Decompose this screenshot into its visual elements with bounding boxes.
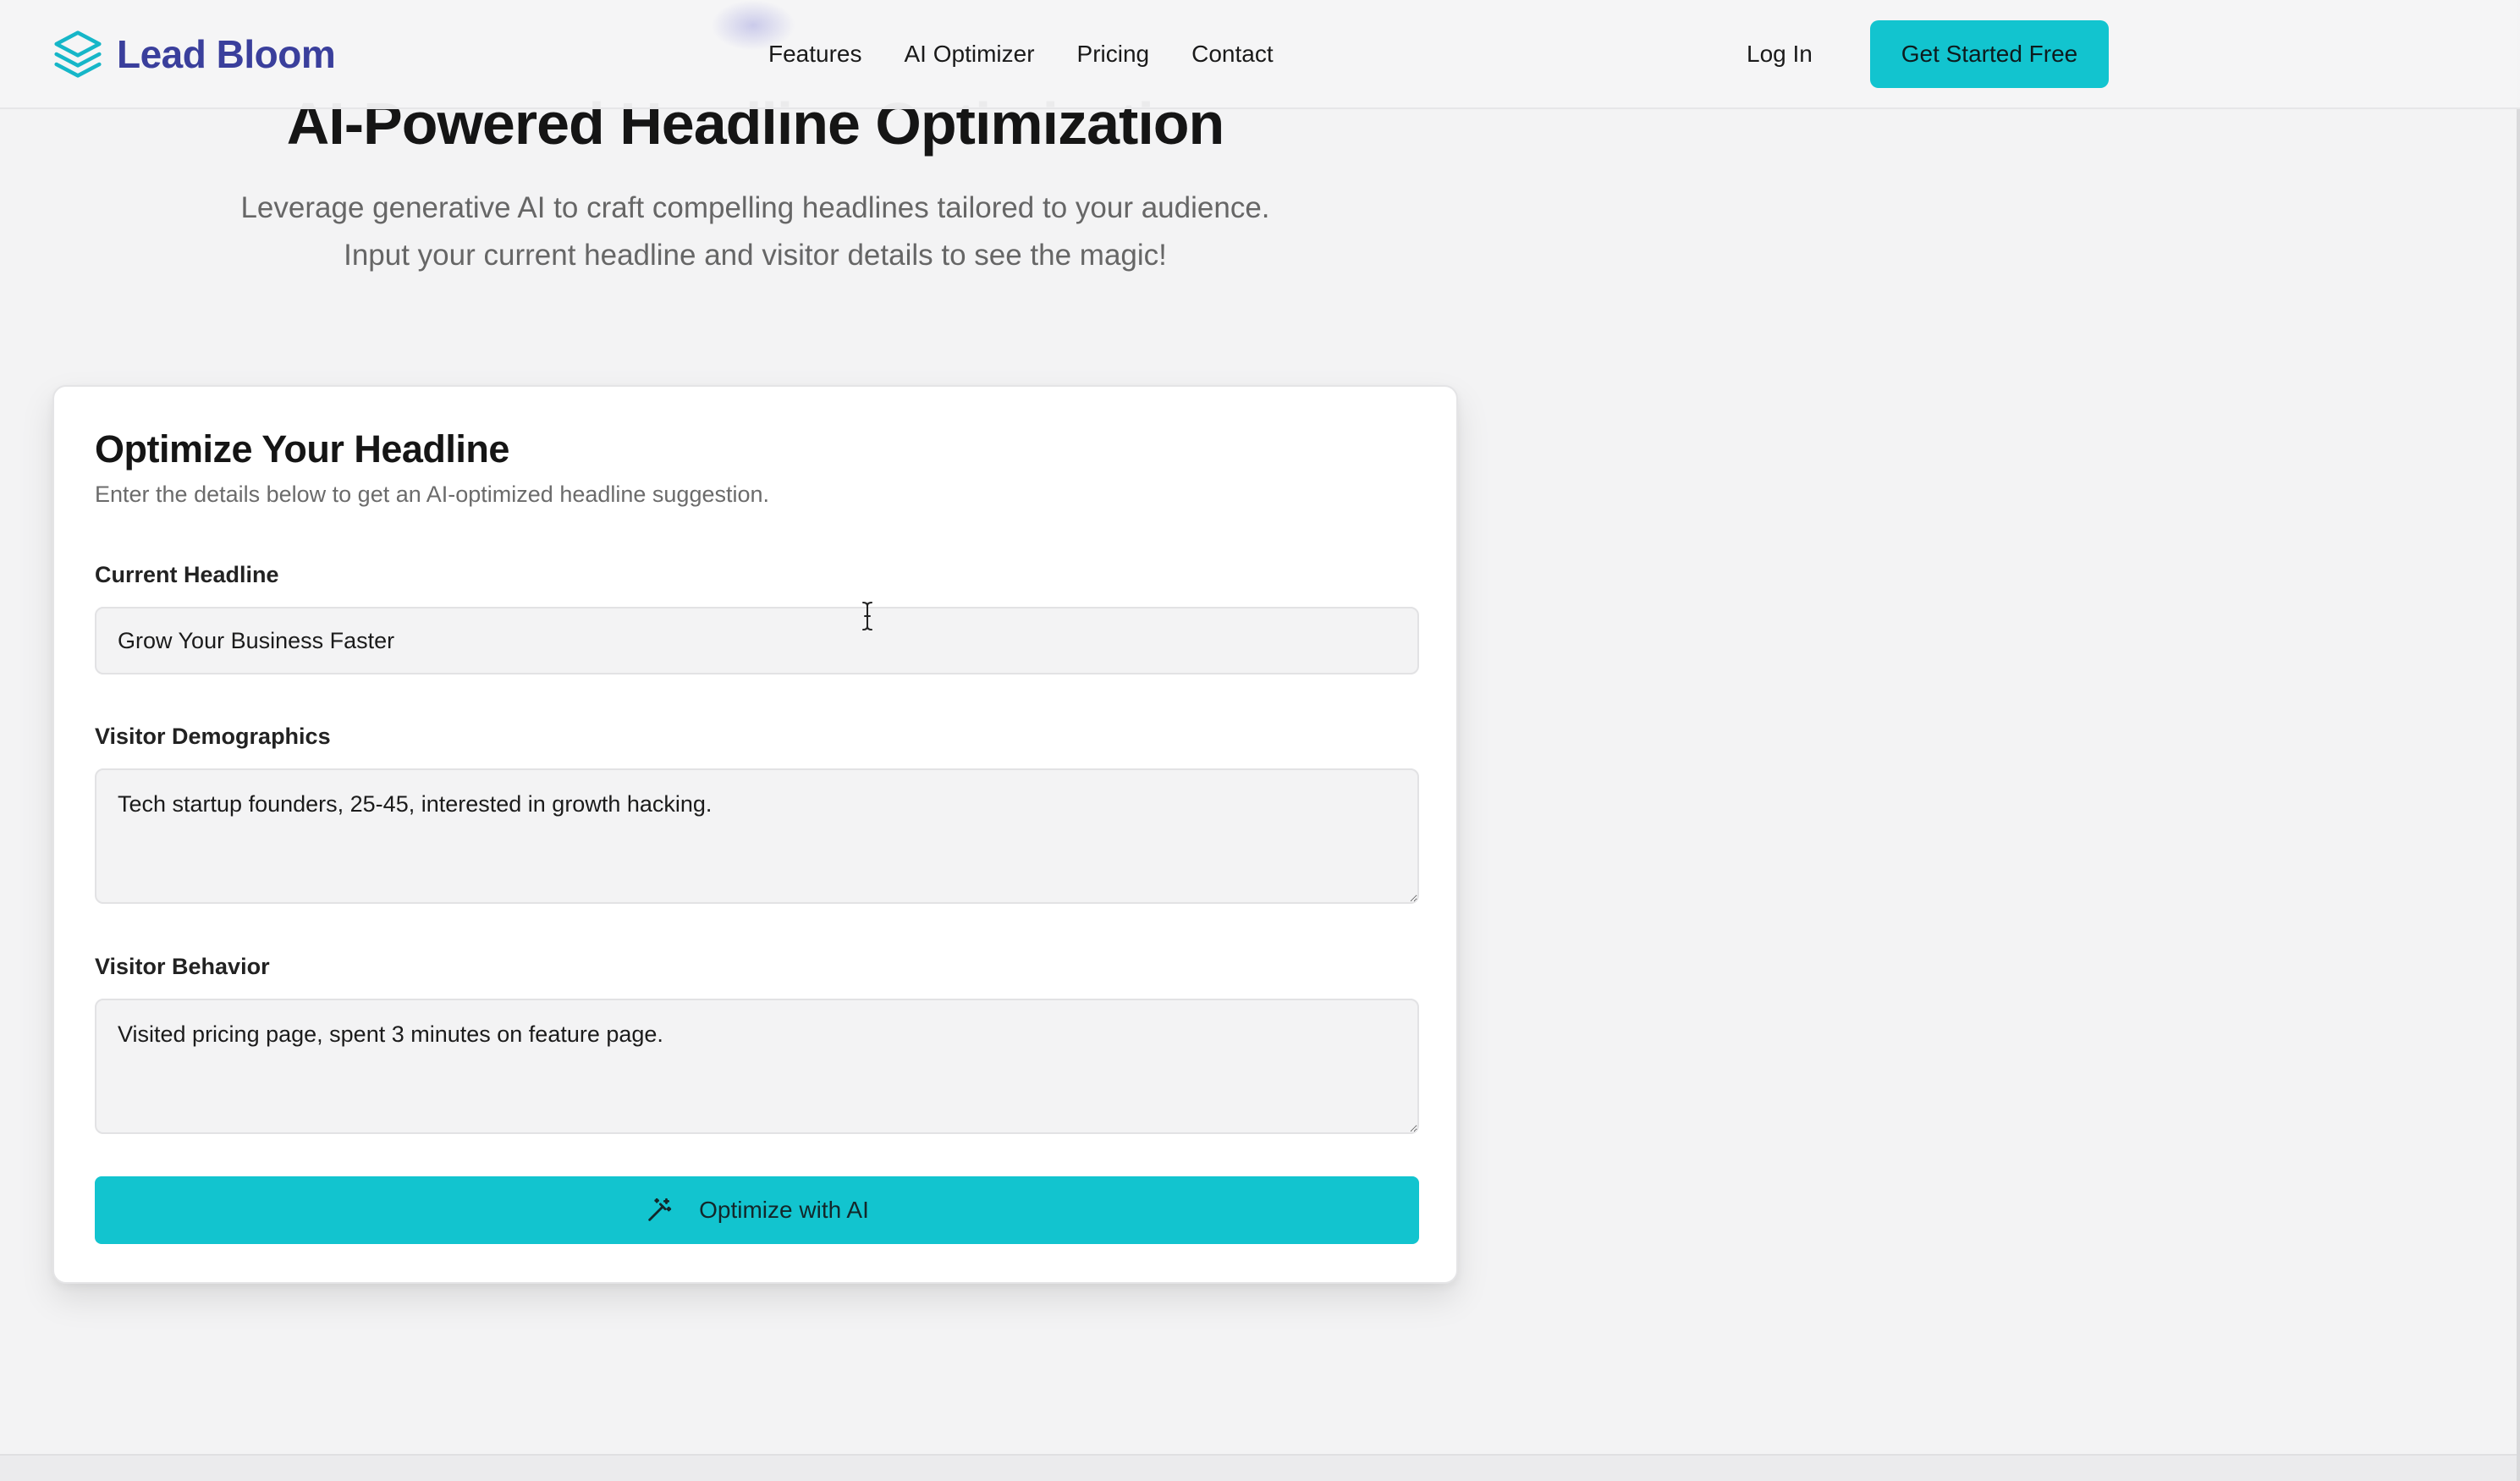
optimize-button[interactable]: Optimize with AI: [95, 1176, 1419, 1244]
nav-pricing[interactable]: Pricing: [1077, 41, 1150, 68]
optimize-form-card: Optimize Your Headline Enter the details…: [52, 385, 1458, 1284]
nav-ai-optimizer[interactable]: AI Optimizer: [905, 41, 1035, 68]
layers-icon: [54, 30, 102, 78]
brand-link[interactable]: Lead Bloom: [51, 27, 336, 81]
behavior-label: Visitor Behavior: [95, 954, 270, 979]
hero-subtitle-line-1: Leverage generative AI to craft compelli…: [240, 191, 1270, 224]
current-headline-label: Current Headline: [95, 562, 279, 587]
form-subtitle: Enter the details below to get an AI-opt…: [95, 482, 770, 507]
window-right-edge: [2517, 0, 2520, 1481]
site-header: Lead Bloom Features AI Optimizer Pricing…: [0, 0, 2520, 109]
hero-subtitle-line-2: Input your current headline and visitor …: [344, 239, 1167, 272]
login-link[interactable]: Log In: [1747, 34, 1813, 74]
hero-subtitle: Leverage generative AI to craft compelli…: [0, 184, 1510, 279]
decorative-blur: [711, 0, 795, 51]
window-bottom-edge: [0, 1454, 2520, 1481]
text-cursor-icon: [862, 602, 872, 630]
optimize-button-label: Optimize with AI: [699, 1197, 869, 1223]
main-nav: Features AI Optimizer Pricing Contact: [768, 34, 1316, 74]
page: AI-Powered Headline Optimization Leverag…: [0, 0, 2520, 1481]
magic-wand-icon: [648, 1197, 672, 1221]
nav-contact[interactable]: Contact: [1191, 41, 1274, 68]
demographics-textarea[interactable]: Tech startup founders, 25-45, interested…: [95, 768, 1419, 904]
get-started-button[interactable]: Get Started Free: [1870, 20, 2109, 88]
demographics-label: Visitor Demographics: [95, 724, 331, 749]
brand-name: Lead Bloom: [117, 32, 336, 76]
current-headline-input[interactable]: [95, 607, 1419, 674]
form-title: Optimize Your Headline: [95, 427, 509, 471]
behavior-textarea[interactable]: Visited pricing page, spent 3 minutes on…: [95, 999, 1419, 1134]
